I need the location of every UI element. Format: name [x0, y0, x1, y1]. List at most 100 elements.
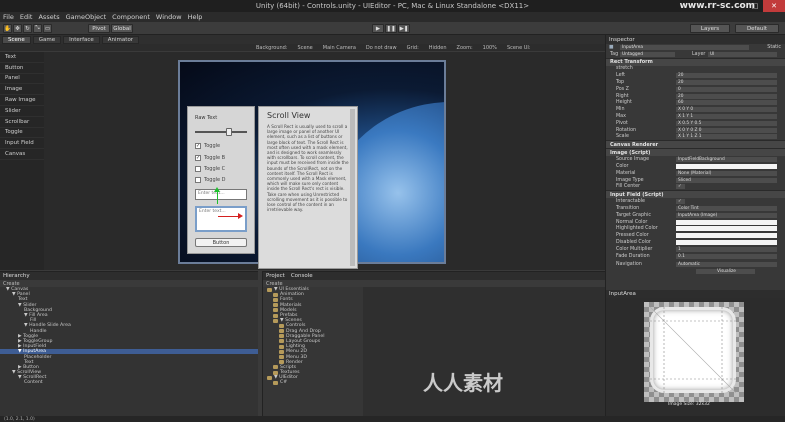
scale-field[interactable]: X 1 Y 1 Z 1	[676, 134, 777, 140]
checkbox-icon[interactable]	[195, 166, 201, 172]
rotate-tool-icon[interactable]: ↻	[23, 24, 32, 33]
pause-button[interactable]: ❚❚	[385, 24, 397, 33]
demo-input-field[interactable]: Enter text...	[195, 189, 247, 200]
right-field[interactable]: 20	[676, 93, 777, 99]
pivot-field[interactable]: X 0.5 Y 0.5	[676, 120, 777, 126]
close-button[interactable]: ✕	[763, 0, 785, 12]
demo-slider-handle[interactable]	[226, 128, 232, 136]
menu-window[interactable]: Window	[156, 13, 182, 21]
demo-toggle-2[interactable]: ✓ Toggle B	[195, 155, 225, 161]
layers-dropdown[interactable]: Layers	[690, 24, 730, 33]
step-button[interactable]: ▶❚	[398, 24, 410, 33]
scale-tool-icon[interactable]: ⤡	[33, 24, 42, 33]
highlighted-color-swatch[interactable]	[676, 226, 777, 232]
normal-color-swatch[interactable]	[676, 219, 777, 225]
left-field[interactable]: 20	[676, 73, 777, 79]
target-graphic-field[interactable]: InputArea (Image)	[676, 212, 777, 218]
hierarchy-item[interactable]: Content	[0, 380, 258, 385]
menu-file[interactable]: File	[3, 13, 14, 21]
y-axis-arrow-icon[interactable]	[214, 187, 220, 192]
image-script-header[interactable]: Image (Script)	[606, 148, 785, 157]
palette-item-panel[interactable]: Panel	[0, 74, 44, 85]
y-axis-gizmo[interactable]	[217, 190, 218, 204]
transition-dropdown[interactable]: Color Tint	[676, 206, 777, 212]
move-tool-icon[interactable]: ✥	[13, 24, 22, 33]
camera-dropdown[interactable]: Main Camera	[323, 45, 356, 51]
checkbox-icon[interactable]	[195, 177, 201, 183]
static-checkbox[interactable]: Static	[767, 45, 781, 50]
project-create-button[interactable]: Create	[263, 280, 605, 287]
tab-project[interactable]: Project	[266, 273, 285, 279]
palette-item-image[interactable]: Image	[0, 84, 44, 96]
fill-center-checkbox[interactable]: ✓	[676, 184, 685, 190]
scene-dropdown[interactable]: Scene	[298, 45, 313, 51]
tab-animator[interactable]: Animator	[101, 35, 140, 44]
fade-duration-field[interactable]: 0.1	[676, 253, 777, 259]
hierarchy-create-button[interactable]: Create	[0, 280, 258, 287]
rotation-field[interactable]: X 0 Y 0 Z 0	[676, 127, 777, 133]
rect-tool-icon[interactable]: ▭	[43, 24, 52, 33]
inspector-tab[interactable]: Inspector	[606, 35, 785, 44]
x-axis-arrow-icon[interactable]	[238, 213, 243, 219]
demo-toggle-4[interactable]: Toggle D	[195, 177, 226, 183]
rect-transform-header[interactable]: Rect Transform	[606, 57, 785, 66]
demo-controls-panel[interactable]: Raw Text ✓ Toggle ✓ Toggle B Toggle C Togg…	[187, 106, 255, 254]
hierarchy-tab[interactable]: Hierarchy	[0, 272, 258, 280]
material-field[interactable]: None (Material)	[676, 170, 777, 176]
demo-scroll-view[interactable]: Scroll View A Scroll Rect is usually use…	[258, 106, 358, 269]
tab-console[interactable]: Console	[291, 273, 313, 279]
anchor-max-field[interactable]: X 1 Y 1	[676, 114, 777, 120]
tag-dropdown[interactable]: Untagged	[620, 51, 675, 57]
pos-z-field[interactable]: 0	[676, 86, 777, 92]
layer-dropdown[interactable]: UI	[708, 51, 777, 57]
do-not-draw-dropdown[interactable]: Do not draw	[366, 45, 397, 51]
menu-edit[interactable]: Edit	[20, 13, 33, 21]
anchor-min-field[interactable]: X 0 Y 0	[676, 107, 777, 113]
menu-component[interactable]: Component	[112, 13, 150, 21]
interactable-checkbox[interactable]: ✓	[676, 199, 685, 205]
height-field[interactable]: 60	[676, 100, 777, 106]
input-field-script-header[interactable]: Input Field (Script)	[606, 190, 785, 199]
global-toggle[interactable]: Global	[111, 24, 133, 33]
demo-slider-track[interactable]	[195, 131, 247, 133]
tab-game[interactable]: Game	[32, 35, 62, 44]
palette-item-slider[interactable]: Slider	[0, 106, 44, 117]
object-name-field[interactable]: InputArea	[620, 44, 749, 50]
color-multiplier-field[interactable]: 1	[676, 246, 777, 252]
color-swatch[interactable]	[676, 164, 777, 170]
palette-item-canvas[interactable]: Canvas	[0, 149, 44, 160]
palette-item-raw-image[interactable]: Raw Image	[0, 95, 44, 106]
palette-item-input-field[interactable]: Input Field	[0, 138, 44, 150]
menu-help[interactable]: Help	[188, 13, 203, 21]
zoom-value[interactable]: 100%	[483, 45, 497, 51]
tab-interface[interactable]: Interface	[63, 35, 100, 44]
menu-assets[interactable]: Assets	[38, 13, 59, 21]
project-asset-grid[interactable]: 人人素材	[363, 287, 605, 416]
image-type-dropdown[interactable]: Sliced	[676, 177, 777, 183]
top-field[interactable]: 20	[676, 80, 777, 86]
scroll-view-scrollbar[interactable]	[350, 109, 355, 266]
demo-toggle-1[interactable]: ✓ Toggle	[195, 143, 220, 149]
menu-gameobject[interactable]: GameObject	[66, 13, 107, 21]
palette-item-text[interactable]: Text	[0, 52, 44, 63]
project-folder-item[interactable]: C#	[263, 380, 363, 385]
demo-toggle-3[interactable]: Toggle C	[195, 166, 225, 172]
visualize-button[interactable]: Visualize	[696, 269, 755, 275]
layout-dropdown[interactable]: Default	[735, 24, 779, 33]
demo-button[interactable]: Button	[195, 238, 247, 247]
navigation-dropdown[interactable]: Automatic	[676, 262, 777, 268]
play-button[interactable]: ▶	[372, 24, 384, 33]
checkbox-icon[interactable]: ✓	[195, 143, 201, 149]
palette-item-button[interactable]: Button	[0, 63, 44, 74]
canvas-renderer-header[interactable]: Canvas Renderer	[606, 140, 785, 149]
source-image-field[interactable]: InputFieldBackground	[676, 157, 777, 163]
palette-item-scrollbar[interactable]: Scrollbar	[0, 117, 44, 128]
pressed-color-swatch[interactable]	[676, 233, 777, 239]
demo-input-area[interactable]: Enter text...	[195, 206, 247, 232]
disabled-color-swatch[interactable]	[676, 240, 777, 246]
x-axis-gizmo[interactable]	[218, 216, 238, 217]
grid-dropdown[interactable]: Hidden	[429, 45, 447, 51]
anchor-preset-label[interactable]: stretch	[616, 66, 633, 71]
hand-tool-icon[interactable]: ✋	[3, 24, 12, 33]
pivot-toggle[interactable]: Pivot	[88, 24, 110, 33]
